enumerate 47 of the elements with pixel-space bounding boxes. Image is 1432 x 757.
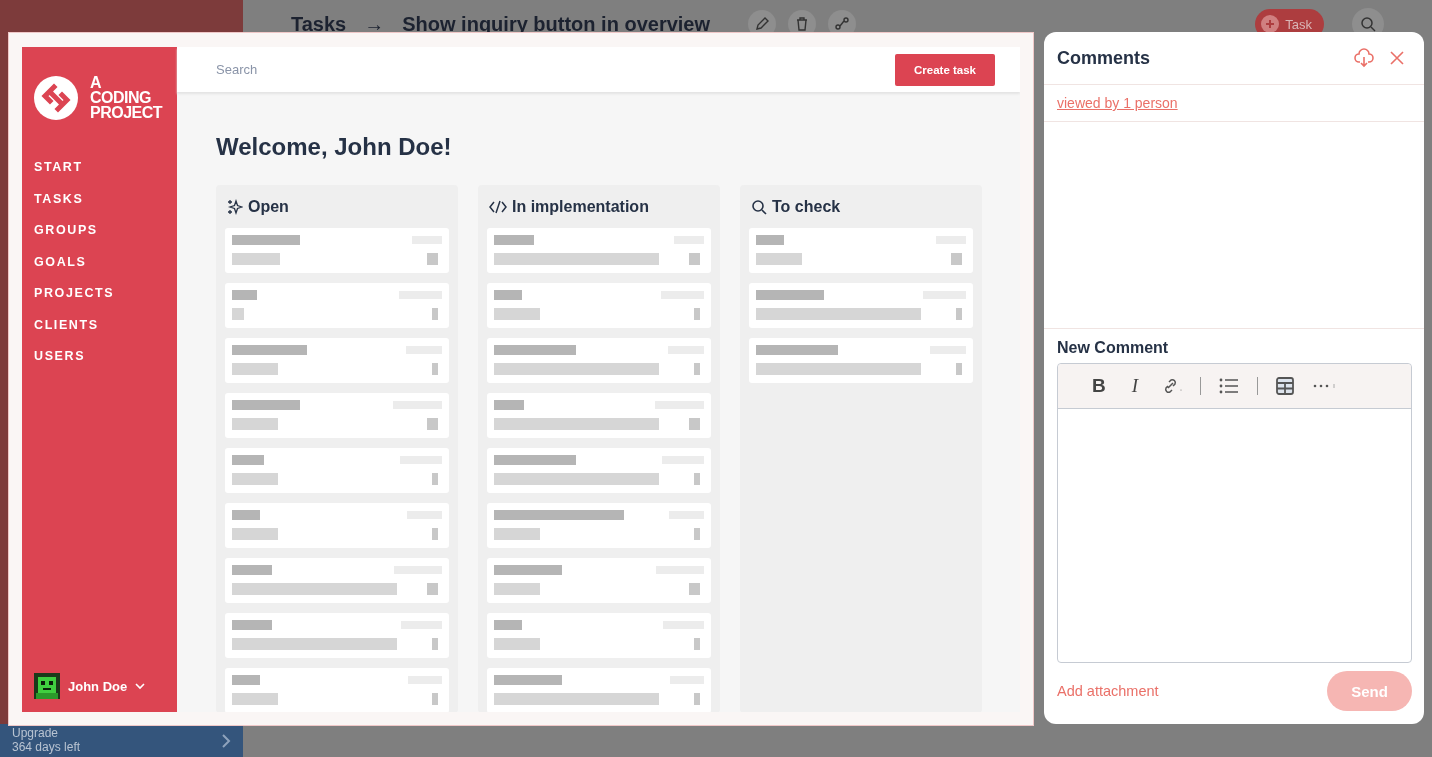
search-field[interactable]: Search: [216, 62, 895, 77]
cloud-download-icon: [1354, 48, 1374, 68]
pencil-icon: [754, 16, 771, 32]
plus-icon: [1261, 15, 1280, 33]
chevron-down-icon: [135, 682, 146, 690]
column-title: In implementation: [512, 197, 649, 216]
task-title: Show inquiry button in overview: [402, 12, 711, 36]
download-button[interactable]: [1354, 48, 1374, 68]
nav-item[interactable]: CLIENTS: [34, 315, 99, 334]
viewed-by-link[interactable]: viewed by 1 person: [1057, 95, 1178, 111]
code-icon: [489, 198, 507, 215]
nav-item[interactable]: START: [34, 158, 83, 177]
nav-item[interactable]: GOALS: [34, 252, 87, 271]
sparkles-icon: [227, 198, 243, 215]
column-title: To check: [772, 197, 841, 216]
close-icon: [1390, 51, 1404, 65]
breadcrumb-link[interactable]: Tasks: [291, 12, 347, 36]
user-menu[interactable]: John Doe: [34, 673, 177, 699]
days-left-text: 364 days left: [12, 740, 82, 754]
avatar-icon: [34, 673, 60, 699]
breadcrumb-separator: →: [364, 12, 385, 36]
italic-button[interactable]: I: [1127, 372, 1143, 400]
search-icon: [1360, 16, 1376, 32]
upgrade-title: Upgrade: [12, 727, 60, 740]
bullet-list-icon[interactable]: [1219, 377, 1240, 395]
more-icon[interactable]: [1312, 383, 1337, 389]
table-icon[interactable]: [1276, 377, 1295, 395]
create-task-button[interactable]: Create task: [895, 53, 995, 86]
logo-text: A CODING PROJECT: [90, 75, 163, 120]
new-comment-label: New Comment: [1057, 339, 1170, 357]
nav-item[interactable]: USERS: [34, 347, 86, 366]
close-button[interactable]: [1390, 51, 1404, 65]
panel-title: Comments: [1057, 47, 1151, 69]
bold-button[interactable]: B: [1088, 372, 1110, 400]
share-icon: [834, 16, 851, 32]
upgrade-banner[interactable]: Upgrade 364 days left: [0, 724, 243, 757]
nav-item[interactable]: TASKS: [34, 189, 84, 208]
chevron-right-icon: [221, 732, 231, 749]
nav-item[interactable]: GROUPS: [34, 221, 98, 240]
welcome-heading: Welcome, John Doe!: [216, 132, 453, 162]
column-title: Open: [248, 197, 289, 216]
nav-item[interactable]: PROJECTS: [34, 284, 115, 303]
user-name: John Doe: [68, 678, 128, 694]
comment-editor[interactable]: B I: [1057, 363, 1412, 663]
add-attachment-link[interactable]: Add attachment: [1057, 683, 1159, 699]
logo-icon: [34, 75, 78, 120]
search-icon: [751, 198, 767, 215]
